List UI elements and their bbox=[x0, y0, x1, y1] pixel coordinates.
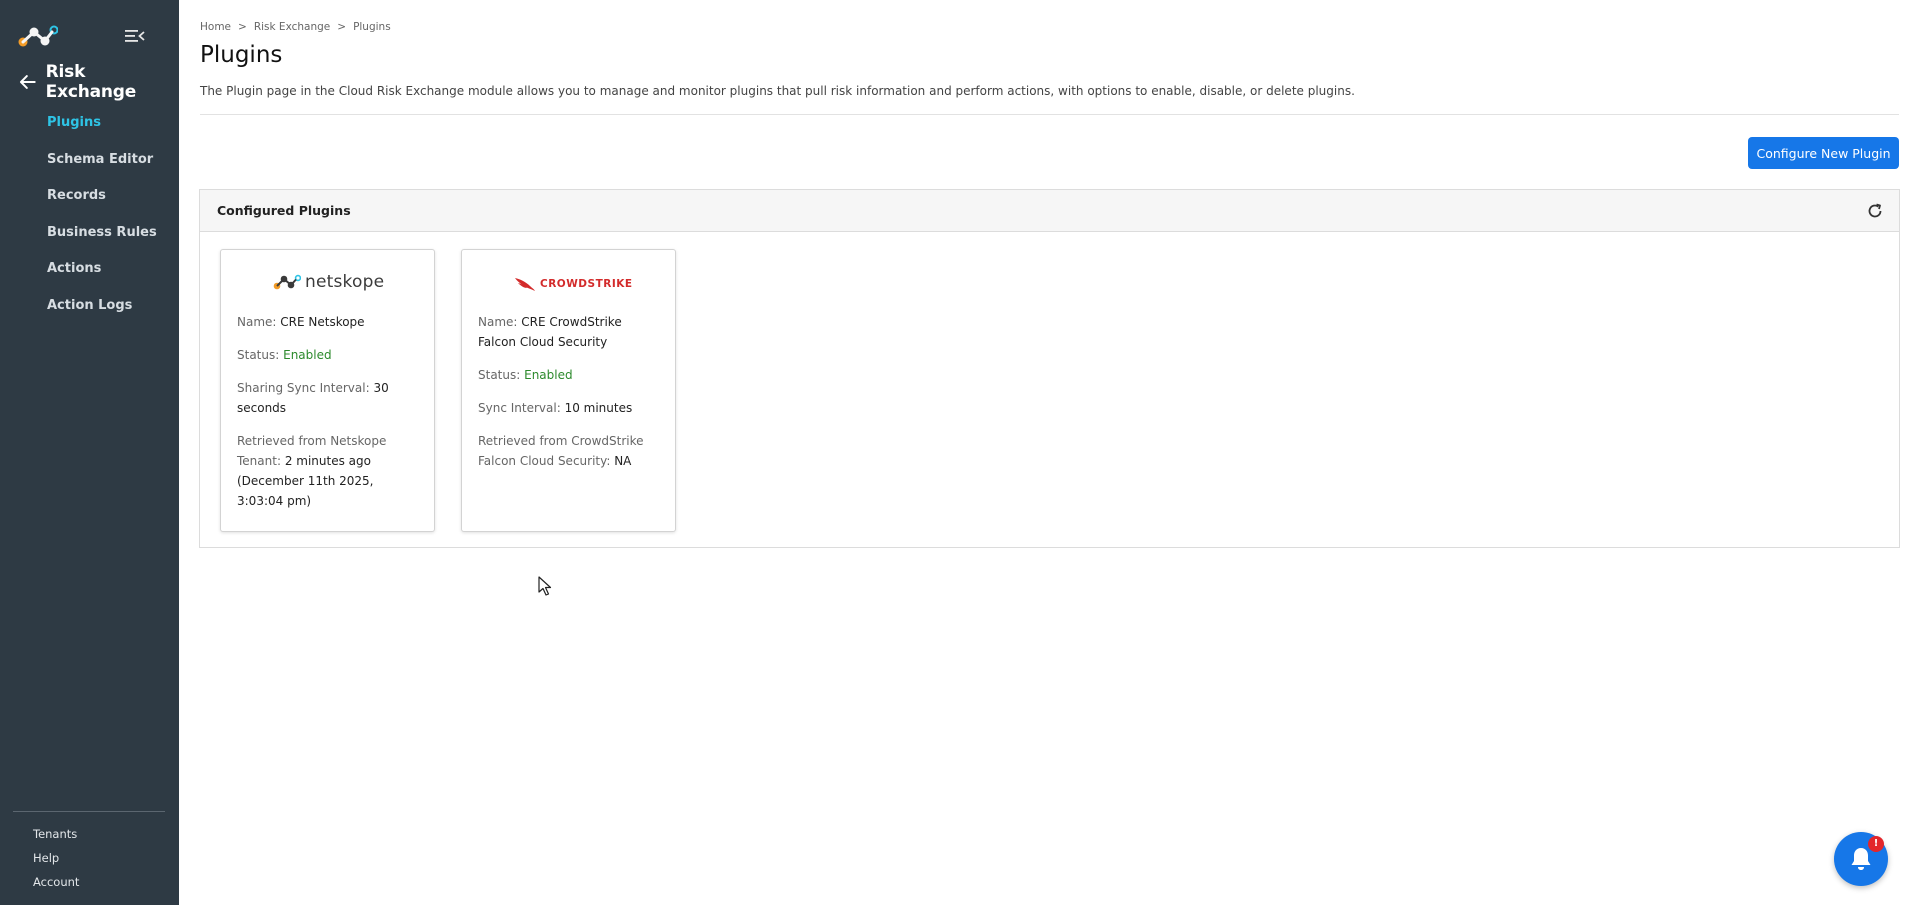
sidebar-item-action-logs[interactable]: Action Logs bbox=[0, 295, 179, 332]
plugin-retrieved: Retrieved from CrowdStrike Falcon Cloud … bbox=[478, 434, 644, 468]
crowdstrike-wordmark: CROWDSTRIKE bbox=[540, 278, 633, 290]
sidebar-item-plugins[interactable]: Plugins bbox=[0, 112, 179, 149]
bell-icon bbox=[1851, 848, 1871, 870]
sidebar-item-records[interactable]: Records bbox=[0, 185, 179, 222]
plugin-card-crowdstrike[interactable]: CROWDSTRIKE Name: CRE CrowdStrike Falcon… bbox=[461, 249, 676, 532]
card-logo: CROWDSTRIKE bbox=[462, 250, 675, 312]
sidebar: Risk Exchange Plugins Schema Editor Reco… bbox=[0, 0, 179, 905]
brand-row bbox=[18, 22, 148, 52]
plugin-retrieved: Retrieved from Netskope Tenant: 2 minute… bbox=[237, 434, 387, 508]
panel-header: Configured Plugins bbox=[200, 190, 1899, 232]
notifications-button[interactable]: ! bbox=[1834, 832, 1888, 886]
notification-badge: ! bbox=[1868, 836, 1884, 852]
breadcrumb-risk-exchange[interactable]: Risk Exchange bbox=[254, 21, 330, 33]
panel-title: Configured Plugins bbox=[217, 203, 351, 218]
breadcrumb: Home > Risk Exchange > Plugins bbox=[200, 21, 391, 33]
breadcrumb-current: Plugins bbox=[353, 21, 391, 33]
refresh-icon[interactable] bbox=[1867, 203, 1883, 219]
crowdstrike-falcon-icon bbox=[515, 278, 535, 291]
plugin-sync-interval: Sharing Sync Interval: 30 seconds bbox=[237, 381, 389, 415]
sidebar-item-tenants[interactable]: Tenants bbox=[0, 825, 79, 849]
page-description: The Plugin page in the Cloud Risk Exchan… bbox=[200, 84, 1355, 98]
configured-plugins-panel: Configured Plugins netskope Name: CRE Ne… bbox=[199, 189, 1900, 548]
sidebar-item-schema-editor[interactable]: Schema Editor bbox=[0, 149, 179, 186]
netskope-logo-icon bbox=[273, 274, 301, 290]
sidebar-item-business-rules[interactable]: Business Rules bbox=[0, 222, 179, 259]
sidebar-nav: Plugins Schema Editor Records Business R… bbox=[0, 112, 179, 331]
module-title: Risk Exchange bbox=[45, 62, 137, 102]
collapse-sidebar-icon[interactable] bbox=[124, 27, 146, 45]
status-badge: Enabled bbox=[283, 348, 332, 362]
sidebar-item-account[interactable]: Account bbox=[0, 873, 79, 897]
netskope-logo-icon[interactable] bbox=[18, 24, 58, 48]
sidebar-item-actions[interactable]: Actions bbox=[0, 258, 179, 295]
sidebar-item-help[interactable]: Help bbox=[0, 849, 79, 873]
plugin-status: Status: Enabled bbox=[237, 348, 332, 362]
back-arrow-icon[interactable] bbox=[18, 72, 38, 92]
title-divider bbox=[200, 114, 1899, 115]
plugin-name: Name: CRE Netskope bbox=[237, 315, 365, 329]
plugin-sync-interval: Sync Interval: 10 minutes bbox=[478, 401, 633, 415]
status-badge: Enabled bbox=[524, 368, 573, 382]
netskope-wordmark: netskope bbox=[305, 272, 385, 292]
mouse-cursor-icon bbox=[538, 576, 552, 596]
module-header: Risk Exchange bbox=[18, 62, 179, 102]
sidebar-footer-nav: Tenants Help Account bbox=[0, 825, 79, 897]
plugin-status: Status: Enabled bbox=[478, 368, 573, 382]
configure-new-plugin-button[interactable]: Configure New Plugin bbox=[1748, 137, 1899, 169]
page-title: Plugins bbox=[200, 42, 283, 68]
card-logo: netskope bbox=[221, 250, 434, 312]
breadcrumb-home[interactable]: Home bbox=[200, 21, 231, 33]
sidebar-footer-divider bbox=[13, 811, 165, 812]
plugin-name: Name: CRE CrowdStrike Falcon Cloud Secur… bbox=[478, 315, 622, 349]
plugin-card-netskope[interactable]: netskope Name: CRE Netskope Status: Enab… bbox=[220, 249, 435, 532]
